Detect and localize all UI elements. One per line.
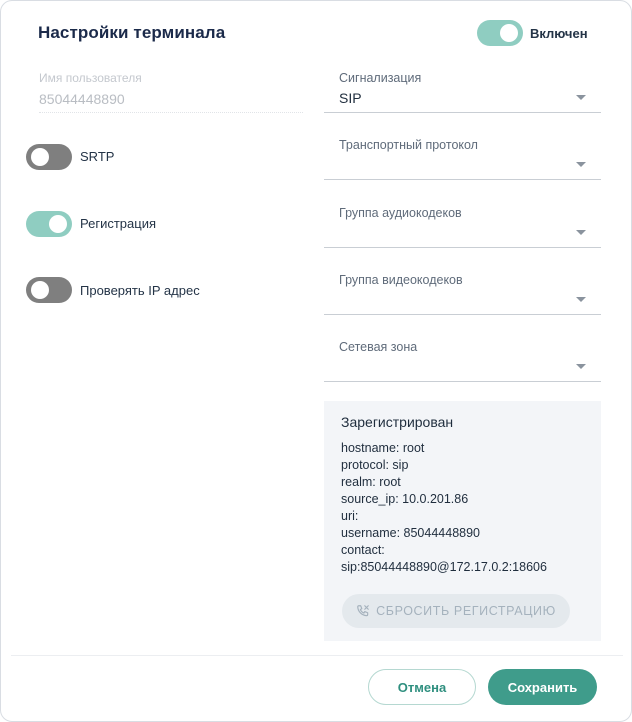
- registration-detail-line: source_ip: 10.0.201.86: [341, 492, 469, 506]
- signaling-select[interactable]: Сигнализация SIP: [324, 69, 601, 113]
- phone-reset-icon: [356, 604, 370, 618]
- registration-info-panel: Зарегистрирован hostname: root protocol:…: [324, 401, 601, 641]
- srtp-label: SRTP: [80, 149, 115, 164]
- registration-detail-line: contact:: [341, 543, 385, 557]
- signaling-label: Сигнализация: [339, 71, 422, 85]
- signaling-value: SIP: [339, 90, 362, 106]
- registration-detail-line: username: 85044448890: [341, 526, 481, 540]
- chevron-down-icon: [576, 297, 586, 302]
- registration-details: hostname: root protocol: sip realm: root…: [341, 440, 547, 576]
- footer-divider: [11, 655, 623, 656]
- audio-codecs-label: Группа аудиокодеков: [339, 206, 462, 220]
- network-zone-label: Сетевая зона: [339, 340, 418, 354]
- registration-label: Регистрация: [80, 216, 156, 231]
- save-button[interactable]: Сохранить: [488, 669, 597, 705]
- check-ip-label: Проверять IP адрес: [80, 283, 200, 298]
- reset-registration-label: СБРОСИТЬ РЕГИСТРАЦИЮ: [376, 604, 556, 618]
- dialog-title: Настройки терминала: [38, 23, 226, 42]
- registration-detail-line: protocol: sip: [341, 458, 409, 472]
- username-label: Имя пользователя: [39, 71, 142, 85]
- srtp-toggle[interactable]: [26, 144, 72, 170]
- chevron-down-icon: [576, 95, 586, 100]
- registration-detail-line: hostname: root: [341, 441, 425, 455]
- toggle-knob: [500, 24, 518, 42]
- chevron-down-icon: [576, 162, 586, 167]
- username-field: Имя пользователя 85044448890: [39, 71, 303, 113]
- transport-protocol-select[interactable]: Транспортный протокол: [324, 136, 601, 180]
- network-zone-select[interactable]: Сетевая зона: [324, 338, 601, 382]
- enabled-label: Включен: [530, 26, 588, 41]
- reset-registration-button[interactable]: СБРОСИТЬ РЕГИСТРАЦИЮ: [342, 594, 570, 628]
- enabled-toggle[interactable]: [477, 20, 523, 46]
- cancel-button[interactable]: Отмена: [368, 669, 476, 705]
- transport-protocol-label: Транспортный протокол: [339, 138, 478, 152]
- video-codecs-select[interactable]: Группа видеокодеков: [324, 271, 601, 315]
- video-codecs-label: Группа видеокодеков: [339, 273, 463, 287]
- check-ip-toggle[interactable]: [26, 277, 72, 303]
- username-value: 85044448890: [39, 91, 125, 107]
- audio-codecs-select[interactable]: Группа аудиокодеков: [324, 204, 601, 248]
- toggle-knob: [31, 281, 49, 299]
- registration-toggle[interactable]: [26, 211, 72, 237]
- chevron-down-icon: [576, 364, 586, 369]
- toggle-knob: [31, 148, 49, 166]
- toggle-knob: [49, 215, 67, 233]
- registration-status-title: Зарегистрирован: [341, 414, 454, 430]
- registration-detail-line: sip:85044448890@172.17.0.2:18606: [341, 560, 547, 574]
- registration-detail-line: uri:: [341, 509, 359, 523]
- chevron-down-icon: [576, 230, 586, 235]
- terminal-settings-dialog: Настройки терминала Включен Имя пользова…: [0, 0, 632, 722]
- registration-detail-line: realm: root: [341, 475, 401, 489]
